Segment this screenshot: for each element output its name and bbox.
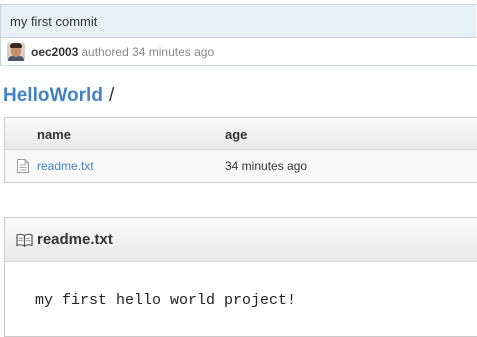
- breadcrumb: HelloWorld /: [3, 85, 114, 107]
- commit-author[interactable]: oec2003: [31, 45, 78, 59]
- file-table-header: name age: [5, 118, 477, 150]
- avatar[interactable]: [7, 43, 25, 61]
- repo-link[interactable]: HelloWorld: [3, 85, 103, 106]
- column-header-name: name: [37, 127, 71, 142]
- readme-header: readme.txt: [5, 218, 477, 262]
- table-row: readme.txt 34 minutes ago: [5, 150, 477, 182]
- breadcrumb-separator: /: [108, 85, 115, 106]
- text-file-icon: [17, 159, 29, 173]
- book-icon: [16, 233, 33, 247]
- file-link[interactable]: readme.txt: [37, 150, 94, 183]
- commit-meta: oec2003 authored 34 minutes ago: [1, 38, 476, 66]
- commit-box: my first commit oec2003 authored 34 minu…: [0, 4, 476, 66]
- readme-title: readme.txt: [37, 231, 113, 248]
- file-table: name age readme.txt 34 minutes ago: [4, 117, 477, 183]
- readme-box: readme.txt my first hello world project!: [4, 217, 477, 337]
- file-age: 34 minutes ago: [225, 159, 308, 173]
- column-header-age: age: [225, 127, 248, 142]
- commit-message: my first commit: [1, 5, 476, 38]
- commit-authored-time: authored 34 minutes ago: [81, 45, 215, 59]
- readme-content: my first hello world project!: [35, 292, 297, 309]
